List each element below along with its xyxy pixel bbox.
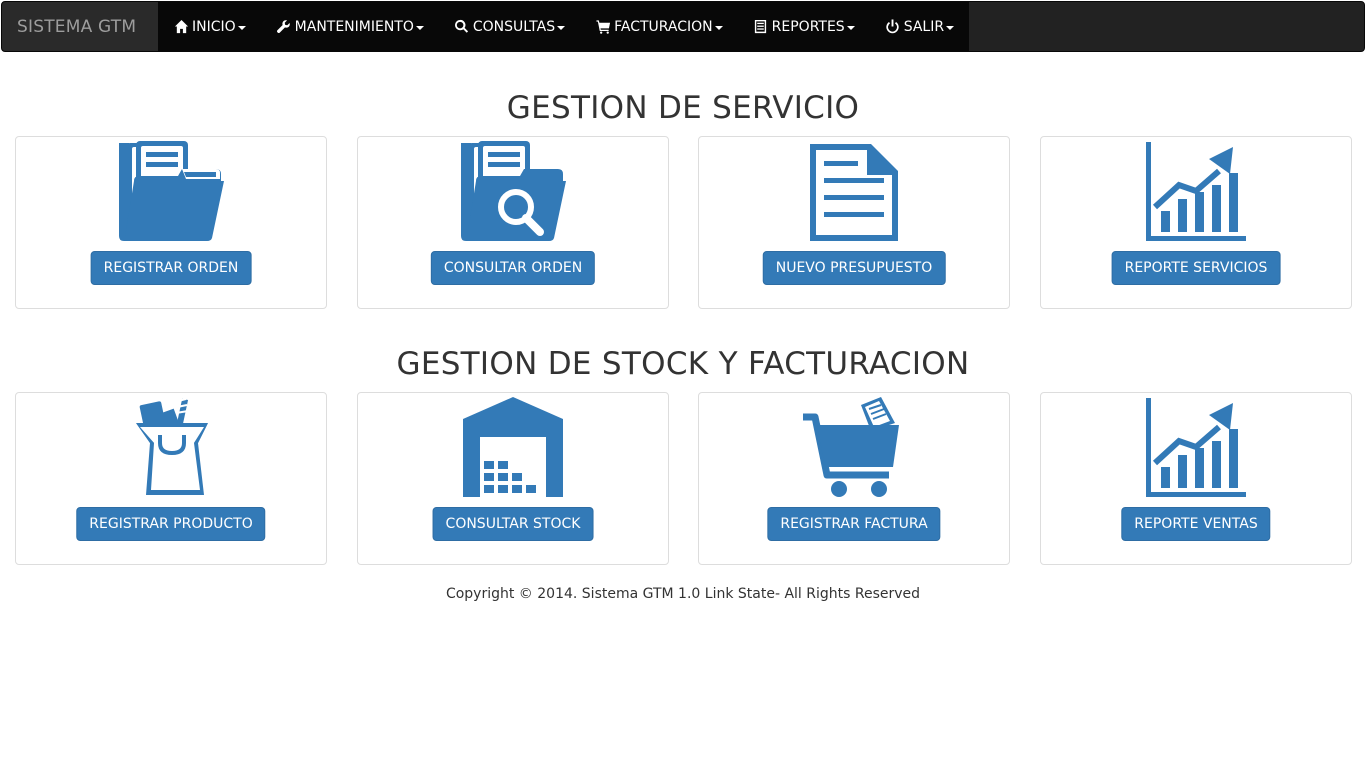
menu-facturacion-label: FACTURACION	[614, 18, 713, 35]
cart-icon	[595, 19, 611, 35]
card-registrar-orden: REGISTRAR ORDEN	[15, 136, 327, 309]
card-consultar-stock: CONSULTAR STOCK	[357, 392, 669, 565]
shopping-bag-icon	[116, 397, 226, 498]
section-title-stock: GESTION DE STOCK Y FACTURACION	[396, 346, 970, 382]
caret-down-icon	[714, 25, 723, 30]
caret-down-icon	[237, 25, 246, 30]
navbar-filler	[969, 2, 1364, 51]
card-reporte-servicios: REPORTE SERVICIOS	[1040, 136, 1352, 309]
card-consultar-orden: CONSULTAR ORDEN	[357, 136, 669, 309]
caret-down-icon	[946, 25, 955, 30]
menu-mantenimiento-label: MANTENIMIENTO	[294, 18, 414, 35]
nuevo-presupuesto-button[interactable]: NUEVO PRESUPUESTO	[762, 251, 946, 285]
menu-inicio[interactable]: INICIO	[158, 2, 261, 51]
section-title-servicio: GESTION DE SERVICIO	[506, 90, 860, 126]
registrar-factura-button[interactable]: REGISTRAR FACTURA	[767, 507, 941, 541]
reporte-servicios-button[interactable]: REPORTE SERVICIOS	[1111, 251, 1281, 285]
power-icon	[885, 19, 901, 35]
menu-salir-label: SALIR	[903, 18, 945, 35]
card-registrar-producto: REGISTRAR PRODUCTO	[15, 392, 327, 565]
growth-chart-icon	[1141, 141, 1251, 242]
warehouse-icon	[458, 397, 568, 498]
shopping-cart-receipt-icon	[799, 397, 909, 498]
consultar-stock-button[interactable]: CONSULTAR STOCK	[432, 507, 594, 541]
list-icon	[753, 19, 769, 35]
document-icon	[799, 141, 909, 242]
registrar-orden-button[interactable]: REGISTRAR ORDEN	[90, 251, 252, 285]
caret-down-icon	[415, 25, 424, 30]
footer-copyright: Copyright © 2014. Sistema GTM 1.0 Link S…	[445, 586, 921, 602]
menu-consultas-label: CONSULTAS	[472, 18, 556, 35]
folder-search-icon	[458, 141, 568, 242]
menu-facturacion[interactable]: FACTURACION	[580, 2, 738, 51]
menu-salir[interactable]: SALIR	[870, 2, 969, 51]
registrar-producto-button[interactable]: REGISTRAR PRODUCTO	[76, 507, 266, 541]
caret-down-icon	[557, 25, 566, 30]
caret-down-icon	[846, 25, 855, 30]
growth-chart-icon	[1141, 397, 1251, 498]
home-icon	[173, 19, 189, 35]
menu-mantenimiento[interactable]: MANTENIMIENTO	[261, 2, 439, 51]
wrench-icon	[276, 19, 292, 35]
folder-documents-icon	[116, 141, 226, 242]
main-menu: INICIO MANTENIMIENTO CONSULTAS FACTURACI…	[158, 2, 970, 51]
menu-inicio-label: INICIO	[192, 18, 236, 35]
search-icon	[454, 19, 470, 35]
top-navbar: SISTEMA GTM INICIO MANTENIMIENTO CONSULT…	[1, 1, 1365, 52]
menu-reportes[interactable]: REPORTES	[738, 2, 870, 51]
menu-reportes-label: REPORTES	[771, 18, 845, 35]
brand-link[interactable]: SISTEMA GTM	[2, 2, 158, 51]
card-registrar-factura: REGISTRAR FACTURA	[698, 392, 1010, 565]
consultar-orden-button[interactable]: CONSULTAR ORDEN	[430, 251, 596, 285]
reporte-ventas-button[interactable]: REPORTE VENTAS	[1121, 507, 1271, 541]
menu-consultas[interactable]: CONSULTAS	[439, 2, 580, 51]
card-reporte-ventas: REPORTE VENTAS	[1040, 392, 1352, 565]
card-nuevo-presupuesto: NUEVO PRESUPUESTO	[698, 136, 1010, 309]
